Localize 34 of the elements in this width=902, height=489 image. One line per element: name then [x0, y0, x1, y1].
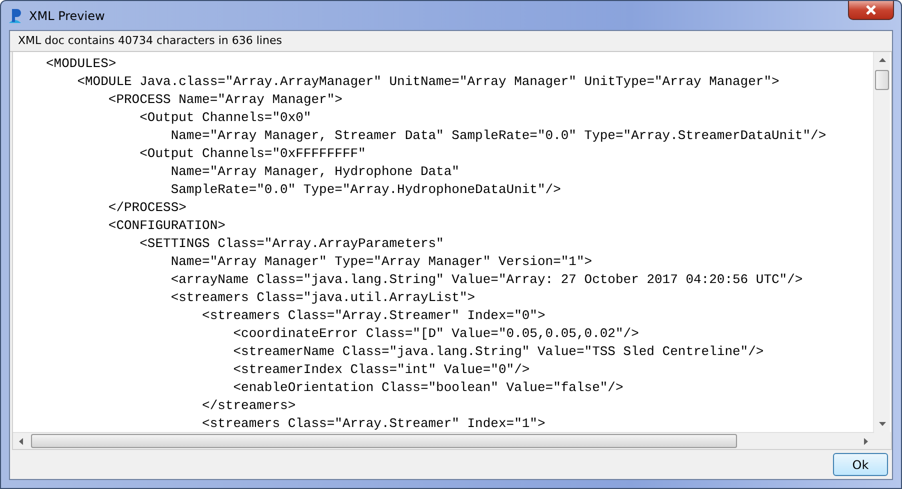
scroll-thumb[interactable]	[31, 434, 737, 448]
window-title: XML Preview	[29, 8, 105, 22]
left-arrow-icon[interactable]	[19, 438, 23, 444]
up-arrow-icon[interactable]	[878, 58, 886, 62]
xml-line: <SETTINGS Class="Array.ArrayParameters"	[140, 236, 444, 251]
xml-line: <streamerName Class="java.lang.String" Value="TSS Sled Centreline"/>	[233, 344, 764, 359]
xml-line: <CONFIGURATION>	[108, 218, 226, 233]
xml-line: <coordinateError Class="[D" Value="0.05,0.05,0.02"/>	[233, 326, 639, 341]
right-arrow-icon[interactable]	[864, 438, 868, 444]
app-icon	[7, 6, 23, 24]
xml-line: </PROCESS>	[108, 200, 186, 215]
scroll-thumb[interactable]	[875, 70, 889, 90]
xml-line: <PROCESS Name="Array Manager">	[108, 92, 342, 107]
xml-line: <MODULES>	[46, 56, 116, 71]
xml-line: Name="Array Manager, Streamer Data" SampleRate="0.0" Type="Array.StreamerDataUnit"/>	[170, 128, 826, 143]
xml-line: <arrayName Class="java.lang.String" Value="Array: 27 October 2017 04:20:56 UTC"/>	[170, 272, 803, 287]
xml-line: <Output Channels="0xFFFFFFFF"	[140, 146, 366, 161]
xml-line: <streamers Class="java.util.ArrayList">	[170, 290, 476, 305]
xml-line: Name="Array Manager" Type="Array Manager" Version="1">	[170, 254, 592, 269]
xml-line: SampleRate="0.0" Type="Array.HydrophoneDataUnit"/>	[170, 182, 561, 197]
xml-line: <MODULE Java.class="Array.ArrayManager" UnitName="Array Manager" UnitType="Array Manager">	[77, 74, 780, 89]
xml-line: Name="Array Manager, Hydrophone Data"	[170, 164, 460, 179]
xml-line: <streamerIndex Class="int" Value="0"/>	[233, 362, 530, 377]
xml-line: </streamers>	[202, 398, 296, 413]
vertical-scrollbar[interactable]	[873, 52, 890, 432]
close-icon	[865, 5, 877, 15]
xml-line: <Output Channels="0x0"	[140, 110, 312, 125]
xml-line: <enableOrientation Class="boolean" Value="false"/>	[233, 380, 624, 395]
xml-line: <streamers Class="Array.Streamer" Index="1">	[202, 416, 546, 431]
horizontal-scrollbar[interactable]	[13, 432, 874, 449]
ok-button[interactable]: Ok	[833, 453, 888, 476]
xml-line: <streamers Class="Array.Streamer" Index="0">	[202, 308, 546, 323]
down-arrow-icon[interactable]	[878, 422, 886, 426]
close-button[interactable]	[848, 1, 894, 20]
